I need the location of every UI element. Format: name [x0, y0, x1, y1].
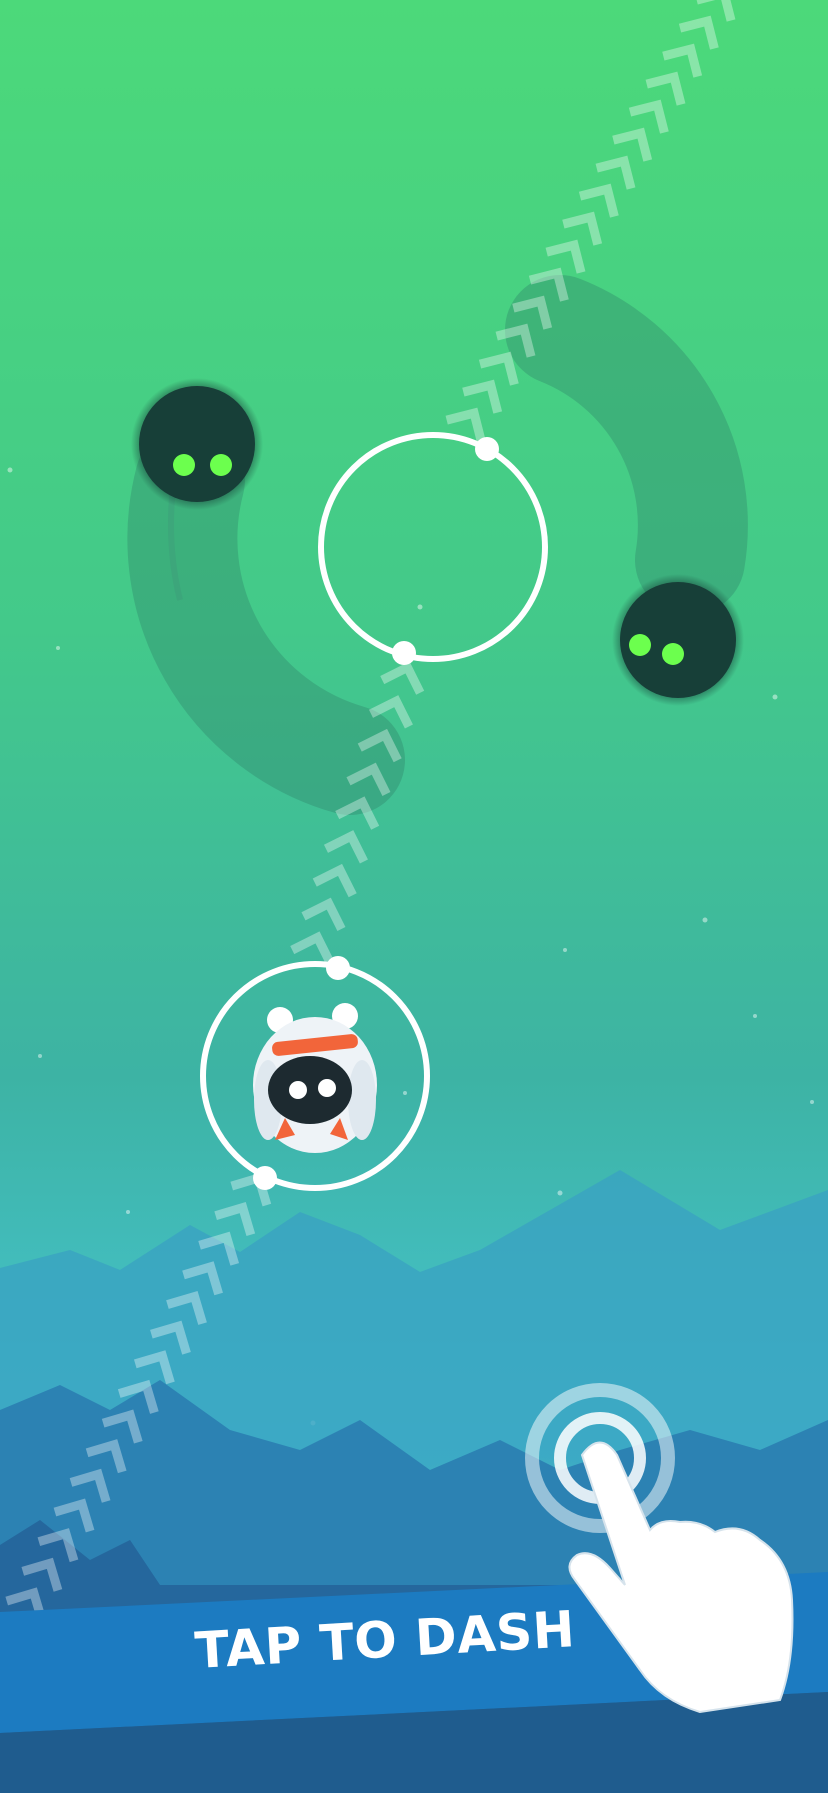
- ring-node: [392, 641, 416, 665]
- game-scene[interactable]: [0, 0, 828, 1793]
- ring-node: [253, 1166, 277, 1190]
- fuzzy-shadow-enemy-icon: [612, 574, 744, 706]
- ring-node: [475, 437, 499, 461]
- ring-node: [326, 956, 350, 980]
